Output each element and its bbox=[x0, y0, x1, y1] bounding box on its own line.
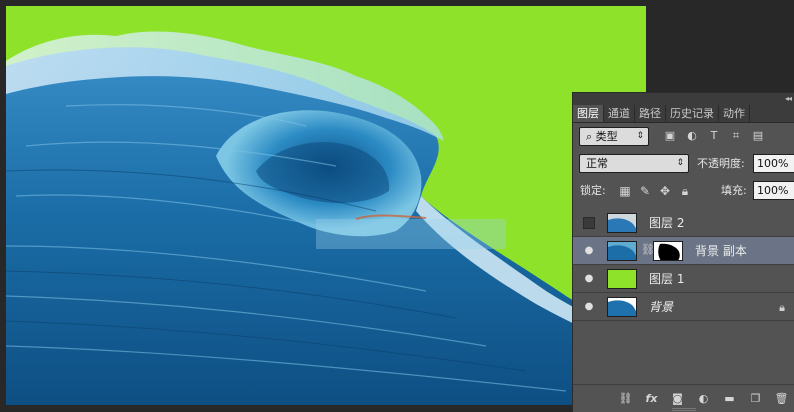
add-mask-icon[interactable]: ◙ bbox=[670, 391, 685, 406]
lock-icon: 🔒︎ bbox=[779, 301, 785, 314]
filter-row: ⌕ 类型 ⇕ ▣ ◐ T ⌗ ▤ bbox=[573, 123, 794, 149]
layers-list: 图层 2 ● ⛓︎ 背景 副本 ● 图层 1 ● 背景 🔒︎ bbox=[573, 209, 794, 321]
updown-arrow-icon: ⇕ bbox=[636, 131, 644, 141]
filter-kind-select[interactable]: ⌕ 类型 ⇕ bbox=[579, 127, 649, 146]
shape-filter-icon[interactable]: ⌗ bbox=[729, 129, 743, 143]
layer-thumbnail bbox=[607, 269, 637, 289]
fill-label: 填充: bbox=[721, 184, 747, 197]
type-filter-icon[interactable]: T bbox=[707, 129, 721, 143]
eye-icon[interactable]: ● bbox=[583, 245, 595, 257]
tab-layers[interactable]: 图层 bbox=[573, 105, 604, 122]
blend-row: 正常 ⇕ 不透明度: 100% bbox=[573, 149, 794, 177]
resize-grip[interactable] bbox=[672, 408, 696, 411]
layer-thumbnail bbox=[607, 297, 637, 317]
layers-panel: ◂◂ 图层 通道 路径 历史记录 动作 ⌕ 类型 ⇕ ▣ ◐ T ⌗ ▤ 正常 … bbox=[572, 92, 794, 412]
double-chevron-left-icon[interactable]: ◂◂ bbox=[785, 93, 792, 105]
layer-name: 图层 1 bbox=[649, 272, 685, 286]
layer-row-selected[interactable]: ● ⛓︎ 背景 副本 bbox=[573, 237, 794, 265]
updown-arrow-icon: ⇕ bbox=[676, 158, 684, 168]
opacity-label: 不透明度: bbox=[697, 157, 745, 170]
layer-name: 背景 bbox=[649, 300, 674, 314]
lock-transparent-icon[interactable]: ▦ bbox=[618, 184, 632, 198]
wave-thumbnail-icon bbox=[608, 242, 636, 260]
lock-row: 锁定: ▦ ✎ ✥ 🔒︎ 填充: 100% bbox=[573, 177, 794, 205]
filter-icons: ▣ ◐ T ⌗ ▤ bbox=[663, 129, 765, 143]
trash-icon[interactable]: 🗑︎ bbox=[774, 391, 789, 406]
tab-history[interactable]: 历史记录 bbox=[666, 105, 719, 122]
opacity-input[interactable]: 100% bbox=[753, 154, 794, 173]
panel-tabs: 图层 通道 路径 历史记录 动作 bbox=[573, 105, 794, 123]
adjustment-layer-icon[interactable]: ◐ bbox=[696, 391, 711, 406]
folder-icon[interactable]: ▬ bbox=[722, 391, 737, 406]
tab-paths[interactable]: 路径 bbox=[635, 105, 666, 122]
visibility-off-icon[interactable] bbox=[583, 217, 595, 229]
adjustment-filter-icon[interactable]: ◐ bbox=[685, 129, 699, 143]
lock-label: 锁定: bbox=[580, 184, 606, 197]
mask-shape-icon bbox=[654, 242, 682, 260]
panel-top-bar: ◂◂ bbox=[573, 93, 794, 105]
eye-icon[interactable]: ● bbox=[583, 273, 595, 285]
lock-all-icon[interactable]: 🔒︎ bbox=[678, 184, 692, 198]
fx-icon[interactable]: fx bbox=[644, 391, 659, 406]
tab-actions[interactable]: 动作 bbox=[719, 105, 750, 122]
document-canvas[interactable] bbox=[6, 6, 646, 405]
new-layer-icon[interactable]: ❐ bbox=[748, 391, 763, 406]
blend-mode-label: 正常 bbox=[586, 157, 608, 170]
layer-name: 图层 2 bbox=[649, 216, 685, 230]
panel-bottom-toolbar: ⛓︎ fx ◙ ◐ ▬ ❐ 🗑︎ bbox=[573, 384, 794, 412]
filter-kind-label: 类型 bbox=[595, 130, 618, 143]
link-icon[interactable]: ⛓︎ bbox=[618, 391, 633, 406]
smart-object-filter-icon[interactable]: ▤ bbox=[751, 129, 765, 143]
tab-channels[interactable]: 通道 bbox=[604, 105, 635, 122]
search-icon: ⌕ bbox=[586, 130, 593, 143]
lock-icons: ▦ ✎ ✥ 🔒︎ bbox=[618, 184, 692, 198]
layer-row[interactable]: 图层 2 bbox=[573, 209, 794, 237]
layer-thumbnail bbox=[607, 241, 637, 261]
layer-row[interactable]: ● 背景 🔒︎ bbox=[573, 293, 794, 321]
wave-thumbnail-icon bbox=[608, 298, 636, 316]
lock-position-move-icon[interactable]: ✥ bbox=[658, 184, 672, 198]
wave-thumbnail-icon bbox=[608, 214, 636, 232]
blend-mode-select[interactable]: 正常 ⇕ bbox=[579, 154, 689, 173]
pixel-filter-icon[interactable]: ▣ bbox=[663, 129, 677, 143]
fill-input[interactable]: 100% bbox=[753, 181, 794, 200]
lock-paint-brush-icon[interactable]: ✎ bbox=[638, 184, 652, 198]
wave-image bbox=[6, 6, 646, 405]
layer-mask-thumbnail[interactable] bbox=[653, 241, 683, 261]
eye-icon[interactable]: ● bbox=[583, 301, 595, 313]
bottom-icons: ⛓︎ fx ◙ ◐ ▬ ❐ 🗑︎ bbox=[618, 391, 789, 406]
layer-thumbnail bbox=[607, 213, 637, 233]
layer-name: 背景 副本 bbox=[695, 244, 747, 258]
layer-row[interactable]: ● 图层 1 bbox=[573, 265, 794, 293]
